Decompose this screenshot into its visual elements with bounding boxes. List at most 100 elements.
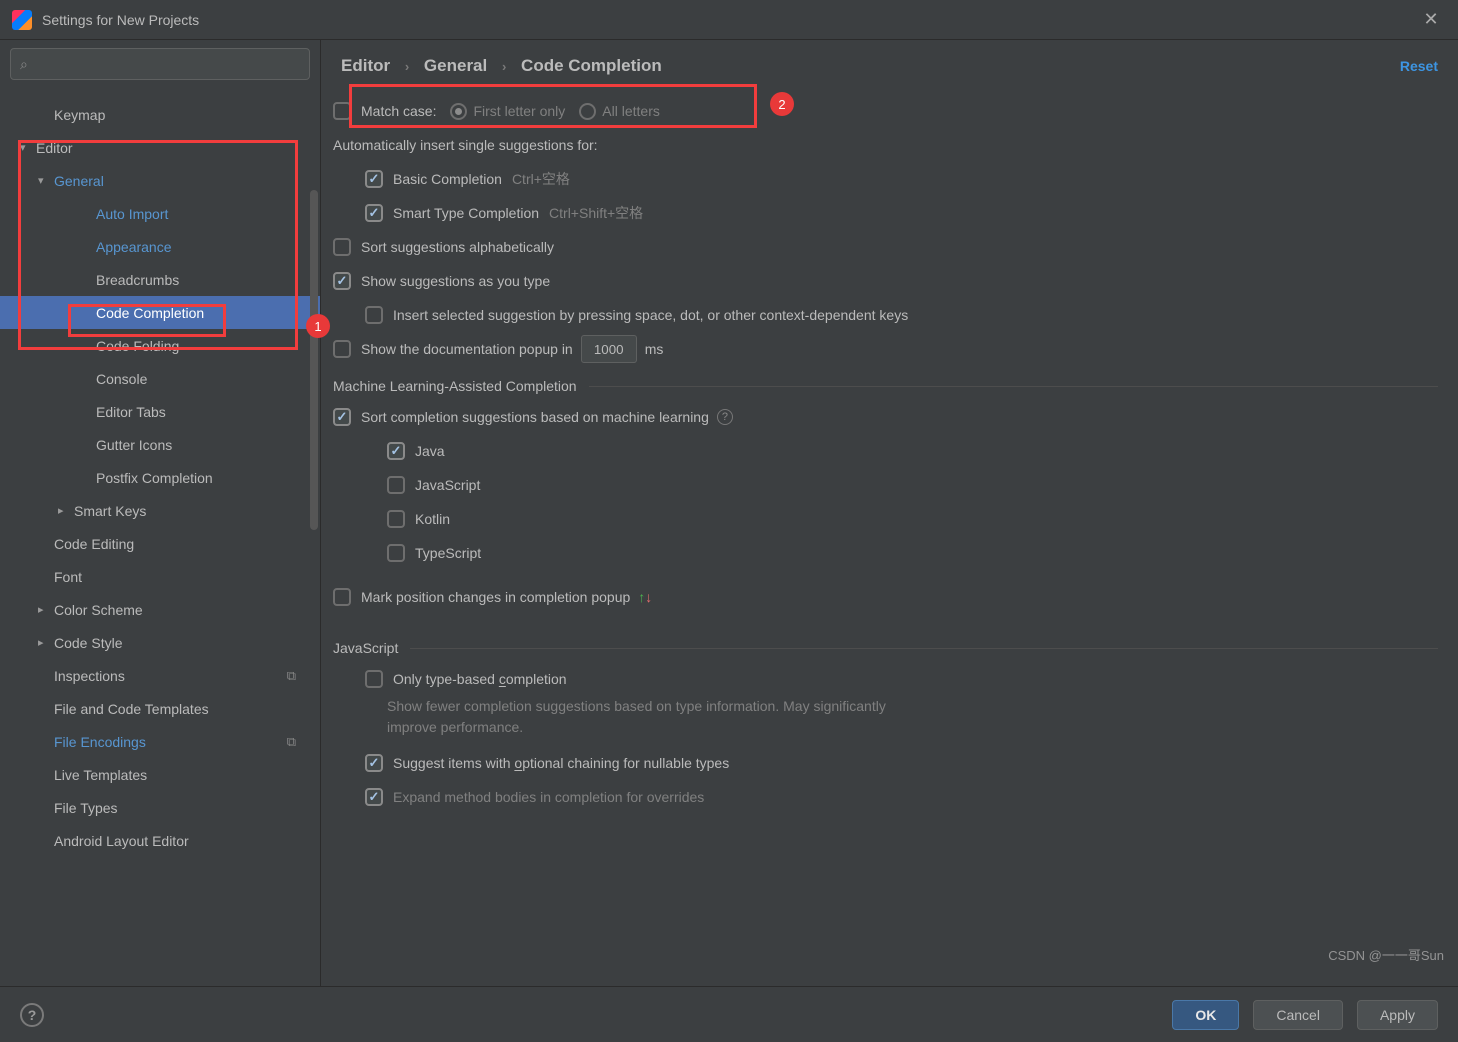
breadcrumb-editor[interactable]: Editor: [341, 56, 390, 75]
javascript-checkbox[interactable]: [387, 476, 405, 494]
kotlin-label: Kotlin: [415, 511, 450, 527]
chevron-icon: ▾: [38, 174, 52, 187]
sidebar-item-file-encodings[interactable]: File Encodings ⧉: [0, 725, 320, 758]
smart-shortcut: Ctrl+Shift+空格: [549, 203, 643, 223]
show-as-type-checkbox[interactable]: [333, 272, 351, 290]
sidebar-item-appearance[interactable]: Appearance: [0, 230, 320, 263]
help-icon[interactable]: ?: [717, 409, 733, 425]
sidebar-item-general[interactable]: ▾General: [0, 164, 320, 197]
only-type-description: Show fewer completion suggestions based …: [327, 696, 927, 738]
kotlin-checkbox[interactable]: [387, 510, 405, 528]
show-as-type-label: Show suggestions as you type: [361, 273, 550, 289]
expand-overrides-checkbox[interactable]: [365, 788, 383, 806]
suggest-optional-checkbox[interactable]: [365, 754, 383, 772]
sidebar-item-font[interactable]: Font: [0, 560, 320, 593]
chevron-right-icon: ›: [405, 59, 409, 74]
sort-alpha-checkbox[interactable]: [333, 238, 351, 256]
sidebar-item-label: Editor Tabs: [96, 404, 166, 420]
typescript-label: TypeScript: [415, 545, 481, 561]
java-checkbox[interactable]: [387, 442, 405, 460]
titlebar: Settings for New Projects ✕: [0, 0, 1458, 40]
reset-link[interactable]: Reset: [1400, 58, 1438, 74]
close-icon[interactable]: ✕: [1416, 9, 1446, 30]
sidebar-item-label: Gutter Icons: [96, 437, 172, 453]
sidebar-item-code-completion[interactable]: Code Completion: [0, 296, 320, 329]
watermark: CSDN @一一哥Sun: [1328, 945, 1444, 964]
ml-sort-checkbox[interactable]: [333, 408, 351, 426]
sidebar-item-file-types[interactable]: File Types: [0, 791, 320, 824]
show-doc-checkbox[interactable]: [333, 340, 351, 358]
chevron-icon: ▸: [38, 603, 52, 616]
insert-keys-checkbox[interactable]: [365, 306, 383, 324]
sidebar-item-editor-tabs[interactable]: Editor Tabs: [0, 395, 320, 428]
sidebar-item-inspections[interactable]: Inspections⧉: [0, 659, 320, 692]
sidebar-item-label: Console: [96, 371, 147, 387]
smart-completion-checkbox[interactable]: [365, 204, 383, 222]
sidebar-item-label: Color Scheme: [54, 602, 143, 618]
sidebar-item-postfix-completion[interactable]: Postfix Completion: [0, 461, 320, 494]
sidebar-item-gutter-icons[interactable]: Gutter Icons: [0, 428, 320, 461]
position-arrows-icon: ↑↓: [638, 589, 652, 605]
first-letter-radio[interactable]: [450, 103, 467, 120]
basic-completion-label: Basic Completion: [393, 171, 502, 187]
basic-completion-checkbox[interactable]: [365, 170, 383, 188]
basic-shortcut: Ctrl+空格: [512, 169, 570, 189]
sidebar-item-code-style[interactable]: ▸Code Style: [0, 626, 320, 659]
sidebar-item-live-templates[interactable]: Live Templates: [0, 758, 320, 791]
sidebar-item-label: Code Completion: [96, 305, 204, 321]
app-logo-icon: [12, 10, 32, 30]
sidebar-item-label: File Encodings: [54, 734, 146, 750]
sidebar-item-code-editing[interactable]: Code Editing: [0, 527, 320, 560]
sort-alpha-label: Sort suggestions alphabetically: [361, 239, 554, 255]
sidebar-item-label: Code Folding: [96, 338, 179, 354]
js-section-header: JavaScript: [327, 640, 1438, 656]
copy-icon[interactable]: ⧉: [287, 734, 296, 750]
sidebar-item-console[interactable]: Console: [0, 362, 320, 395]
java-label: Java: [415, 443, 445, 459]
only-type-checkbox[interactable]: [365, 670, 383, 688]
mark-position-label: Mark position changes in completion popu…: [361, 589, 630, 605]
insert-keys-label: Insert selected suggestion by pressing s…: [393, 307, 908, 323]
ml-section-header: Machine Learning-Assisted Completion: [327, 378, 1438, 394]
search-input[interactable]: [10, 48, 310, 80]
sidebar-item-label: Android Layout Editor: [54, 833, 189, 849]
all-letters-radio[interactable]: [579, 103, 596, 120]
sidebar-item-label: Font: [54, 569, 82, 585]
sidebar-item-label: Editor: [36, 140, 73, 156]
sidebar-item-breadcrumbs[interactable]: Breadcrumbs: [0, 263, 320, 296]
match-case-row: Match case: First letter only All letter…: [327, 94, 1438, 128]
javascript-label: JavaScript: [415, 477, 480, 493]
ok-button[interactable]: OK: [1172, 1000, 1239, 1030]
sidebar-item-label: Code Editing: [54, 536, 134, 552]
breadcrumb: Editor › General › Code Completion: [341, 56, 1400, 76]
sidebar-item-color-scheme[interactable]: ▸Color Scheme: [0, 593, 320, 626]
mark-position-checkbox[interactable]: [333, 588, 351, 606]
sidebar-item-code-folding[interactable]: Code Folding: [0, 329, 320, 362]
help-button[interactable]: ?: [20, 1003, 44, 1027]
copy-icon[interactable]: ⧉: [287, 668, 296, 684]
footer: ? OK Cancel Apply: [0, 986, 1458, 1042]
first-letter-label: First letter only: [473, 103, 565, 119]
scrollbar[interactable]: [310, 190, 318, 530]
sidebar-item-keymap[interactable]: Keymap: [0, 98, 320, 131]
breadcrumb-code-completion: Code Completion: [521, 56, 662, 75]
sidebar-item-auto-import[interactable]: Auto Import: [0, 197, 320, 230]
match-case-checkbox[interactable]: [333, 102, 351, 120]
doc-delay-input[interactable]: [581, 335, 637, 363]
apply-button[interactable]: Apply: [1357, 1000, 1438, 1030]
cancel-button[interactable]: Cancel: [1253, 1000, 1343, 1030]
sidebar-item-editor[interactable]: ▾Editor: [0, 131, 320, 164]
sidebar-item-label: Code Style: [54, 635, 122, 651]
sidebar-item-smart-keys[interactable]: ▸Smart Keys: [0, 494, 320, 527]
sidebar-item-label: Postfix Completion: [96, 470, 213, 486]
sidebar-item-label: Smart Keys: [74, 503, 146, 519]
sidebar-item-label: Appearance: [96, 239, 172, 255]
window-title: Settings for New Projects: [42, 12, 1416, 28]
typescript-checkbox[interactable]: [387, 544, 405, 562]
chevron-icon: ▾: [20, 141, 34, 154]
chevron-right-icon: ›: [502, 59, 506, 74]
search-icon: ⌕: [20, 56, 28, 73]
sidebar-item-file-and-code-templates[interactable]: File and Code Templates: [0, 692, 320, 725]
sidebar-item-android-layout-editor[interactable]: Android Layout Editor: [0, 824, 320, 857]
breadcrumb-general[interactable]: General: [424, 56, 487, 75]
